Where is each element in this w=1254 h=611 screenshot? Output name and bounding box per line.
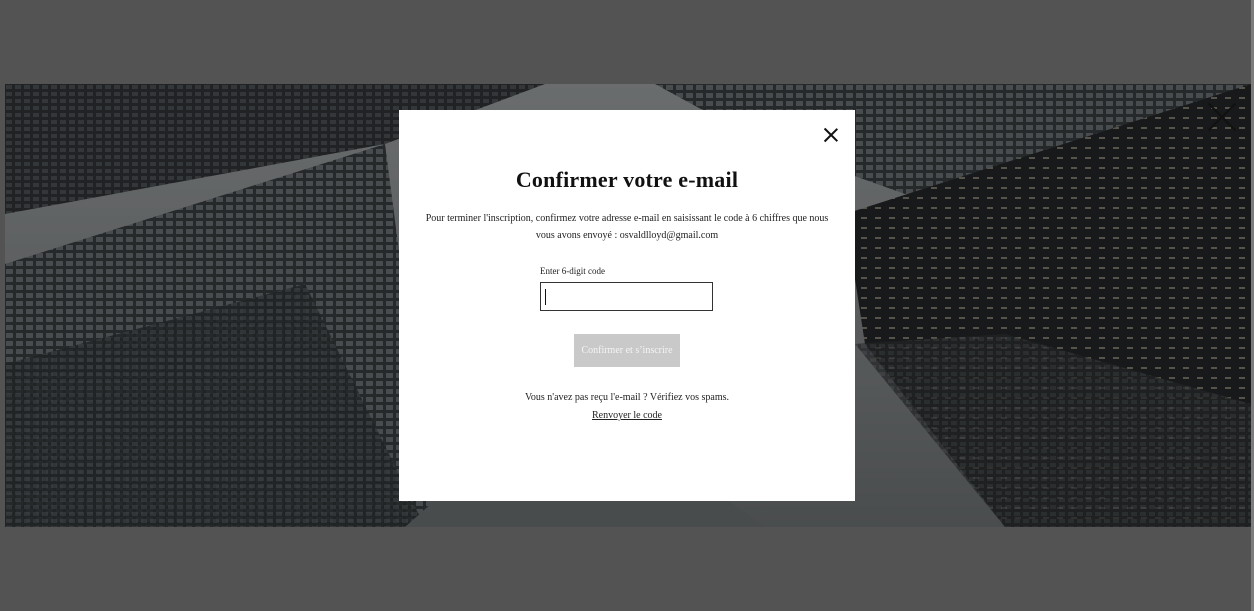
confirm-email-dialog: Confirmer votre e-mail Pour terminer l'i… <box>399 110 855 501</box>
text-caret <box>545 289 546 305</box>
close-icon[interactable] <box>824 128 838 142</box>
close-icon[interactable] <box>1206 101 1238 133</box>
no-email-hint: Vous n'avez pas reçu l'e-mail ? Vérifiez… <box>524 392 729 403</box>
dialog-title: Confirmer votre e-mail <box>515 167 739 192</box>
code-input[interactable] <box>540 282 713 311</box>
page: Confirmer votre e-mail Pour terminer l'i… <box>0 0 1254 611</box>
code-field-label: Enter 6-digit code <box>540 266 605 276</box>
dialog-description: Pour terminer l'inscription, confirmez v… <box>425 213 829 241</box>
resend-code-link[interactable]: Renvoyer le code <box>399 410 855 421</box>
confirm-and-register-button[interactable]: Confirmer et s’inscrire <box>574 334 680 367</box>
